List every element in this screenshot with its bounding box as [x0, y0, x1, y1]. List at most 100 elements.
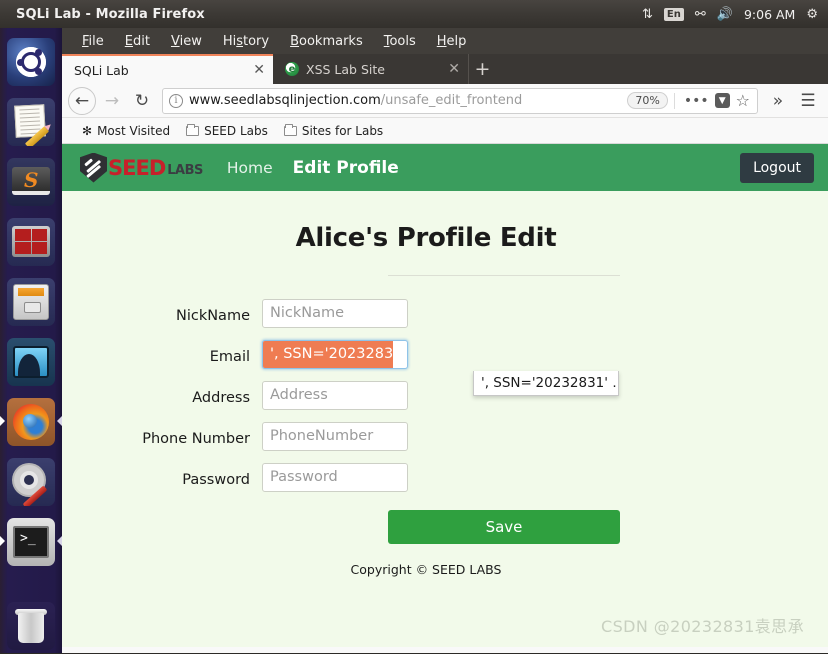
phone-number-input[interactable]: PhoneNumber [262, 422, 408, 451]
unity-launcher: S >_ [0, 28, 62, 653]
network-updown-icon[interactable]: ⇅ [642, 8, 653, 21]
save-button[interactable]: Save [388, 510, 620, 544]
tab-xss-lab-site[interactable]: e XSS Lab Site ✕ [273, 54, 468, 84]
bookmark-sites-for-labs[interactable]: Sites for Labs [283, 123, 383, 138]
trash-icon [7, 602, 55, 650]
close-icon[interactable]: ✕ [448, 61, 460, 77]
label-phone-number: Phone Number [142, 431, 250, 447]
site-navbar: SEED LABS Home Edit Profile Logout [62, 144, 828, 191]
url-path: /unsafe_edit_frontend [380, 93, 523, 108]
folder-icon [283, 123, 297, 136]
email-input[interactable]: ', SSN='2023283 [262, 340, 408, 369]
autocomplete-item[interactable]: ', SSN='20232831' … [474, 371, 618, 395]
files-icon [7, 278, 55, 326]
forward-arrow-icon[interactable]: → [98, 87, 126, 115]
menu-history[interactable]: History [223, 34, 269, 49]
browser-menubar: File Edit View History Bookmarks Tools H… [62, 28, 828, 54]
nav-link-home[interactable]: Home [227, 159, 273, 177]
power-gear-icon[interactable]: ⚙ [806, 8, 818, 21]
page-actions-icon[interactable]: ••• [684, 93, 709, 109]
text-editor-icon [7, 98, 55, 146]
back-arrow-icon[interactable]: ← [68, 86, 96, 115]
close-icon[interactable]: ✕ [253, 62, 265, 78]
profile-edit-form: NickName NickName Email ', SSN='2023283 … [62, 299, 828, 577]
new-tab-button[interactable]: + [468, 54, 496, 84]
reload-icon[interactable]: ↻ [128, 87, 156, 115]
menu-file[interactable]: File [82, 34, 104, 49]
zoom-level-badge[interactable]: 70% [627, 92, 668, 109]
logo-labs-text: LABS [167, 163, 203, 178]
hamburger-menu-icon[interactable]: ☰ [794, 87, 822, 115]
url-text: www.seedlabsqlinjection.com/unsafe_edit_… [189, 93, 627, 108]
browser-navbar: ← → ↻ i www.seedlabsqlinjection.com/unsa… [62, 84, 828, 118]
keyboard-layout-indicator[interactable]: En [663, 7, 684, 21]
page-viewport: SEED LABS Home Edit Profile Logout Alice… [62, 144, 828, 647]
address-input[interactable]: Address [262, 381, 408, 410]
page-title: Alice's Profile Edit [295, 223, 557, 253]
info-icon[interactable]: i [169, 93, 183, 108]
pocket-shield-icon[interactable]: ▼ [714, 93, 730, 108]
label-address: Address [192, 390, 250, 406]
launcher-item-terminal[interactable]: >_ [0, 514, 62, 570]
menu-help[interactable]: Help [437, 34, 467, 49]
bluetooth-icon[interactable]: ⚯ [695, 8, 706, 21]
terminal-icon: >_ [7, 518, 55, 566]
form-row-nickname: NickName NickName [62, 299, 828, 328]
os-top-panel: SQLi Lab - Mozilla Firefox ⇅ En ⚯ 🔊 9:06… [0, 0, 828, 28]
bookmark-star-icon[interactable]: ☆ [736, 91, 750, 110]
launcher-item-files[interactable] [3, 274, 59, 330]
nickname-input[interactable]: NickName [262, 299, 408, 328]
clock[interactable]: 9:06 AM [744, 7, 795, 22]
firefox-window: File Edit View History Bookmarks Tools H… [62, 28, 828, 653]
bookmark-label: Most Visited [97, 123, 171, 138]
firefox-icon [7, 398, 55, 446]
url-domain: www.seedlabsqlinjection.com [189, 93, 381, 108]
ubuntu-dash-icon [7, 38, 55, 86]
system-tray: ⇅ En ⚯ 🔊 9:06 AM ⚙ [642, 7, 828, 22]
terminator-icon [7, 218, 55, 266]
shield-icon [80, 152, 107, 183]
menu-edit[interactable]: Edit [125, 34, 150, 49]
watermark: CSDN @20232831袁思承 [601, 617, 804, 636]
tab-sqli-lab[interactable]: SQLi Lab ✕ [62, 54, 273, 84]
page-content: Alice's Profile Edit NickName NickName E… [62, 191, 828, 577]
folder-icon [186, 123, 200, 136]
launcher-item-text-editor[interactable] [3, 94, 59, 150]
form-row-email: Email ', SSN='2023283 ', SSN='20232831' … [62, 340, 828, 396]
bookmark-most-visited[interactable]: ✻ Most Visited [82, 124, 170, 138]
password-input[interactable]: Password [262, 463, 408, 492]
seedlabs-logo[interactable]: SEED LABS [80, 152, 203, 183]
sublime-text-icon: S [7, 158, 55, 206]
autocomplete-dropdown[interactable]: ', SSN='20232831' … [473, 371, 619, 396]
separator [673, 92, 675, 109]
bookmark-seed-labs[interactable]: SEED Labs [186, 123, 268, 138]
email-selected-value: ', SSN='2023283 [263, 341, 394, 368]
pocket-glyph: ▼ [718, 95, 726, 106]
launcher-item-terminator[interactable] [3, 214, 59, 270]
url-bar[interactable]: i www.seedlabsqlinjection.com/unsafe_edi… [162, 87, 758, 114]
label-nickname: NickName [175, 308, 250, 324]
wireshark-icon [7, 338, 55, 386]
launcher-item-ubuntu-dash[interactable] [3, 34, 59, 90]
launcher-item-trash[interactable] [3, 598, 59, 654]
menu-bookmarks[interactable]: Bookmarks [290, 34, 363, 49]
label-email: Email [209, 349, 250, 365]
launcher-item-settings[interactable] [3, 454, 59, 510]
tab-label: SQLi Lab [74, 62, 129, 78]
launcher-item-wireshark[interactable] [3, 334, 59, 390]
label-password: Password [182, 472, 250, 488]
nav-current-page-label: Edit Profile [292, 157, 399, 178]
gear-icon: ✻ [82, 123, 93, 138]
menu-view[interactable]: View [171, 34, 202, 49]
bookmark-label: SEED Labs [204, 123, 268, 138]
bookmarks-bar: ✻ Most Visited SEED Labs Sites for Labs [62, 118, 828, 144]
logout-button[interactable]: Logout [740, 152, 814, 183]
browser-tabbar: SQLi Lab ✕ e XSS Lab Site ✕ + [62, 54, 828, 84]
menu-tools[interactable]: Tools [384, 34, 416, 49]
launcher-item-firefox[interactable] [0, 394, 62, 450]
overflow-chevron-icon[interactable]: » [764, 87, 792, 115]
volume-icon[interactable]: 🔊 [717, 8, 733, 21]
title-divider [388, 275, 620, 276]
site-favicon-icon: e [285, 62, 299, 76]
launcher-item-sublime-text[interactable]: S [3, 154, 59, 210]
